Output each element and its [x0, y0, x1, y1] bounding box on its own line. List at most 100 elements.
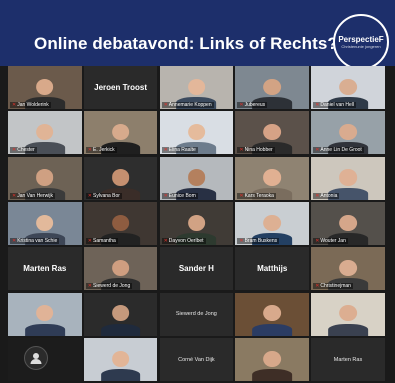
participant-name: ✕Samantha — [85, 237, 118, 244]
participant-tile[interactable]: ✕Kristina van Schie — [8, 201, 82, 245]
participant-name-text: Bram Buskens — [244, 237, 278, 244]
participant-name: ✕Eunice Bom — [161, 192, 198, 199]
muted-mic-icon: ✕ — [315, 237, 320, 244]
muted-mic-icon: ✕ — [12, 147, 17, 154]
participant-name: ✕Sylvana Bor — [85, 192, 122, 199]
participant-face — [263, 169, 281, 186]
participant-tile[interactable] — [83, 337, 158, 381]
participant-name-label: Marten Ras — [333, 356, 363, 363]
participant-body — [24, 323, 65, 336]
participant-video — [252, 347, 293, 381]
participant-tile[interactable] — [235, 292, 309, 336]
participant-tile[interactable]: Sander H — [159, 247, 234, 291]
participant-tile[interactable]: ✕Samantha — [83, 201, 158, 245]
muted-mic-icon: ✕ — [12, 237, 17, 244]
participant-tile[interactable]: Marten Ras — [311, 337, 385, 381]
participant-name: ✕Kristina van Schie — [10, 237, 60, 244]
participant-tile[interactable]: ✕Eunice Bom — [159, 156, 234, 200]
participant-face — [263, 124, 281, 141]
participant-tile[interactable]: ✕Annemarie Koppen — [159, 66, 234, 110]
participant-name-text: Dayvon Oerlbet — [168, 237, 204, 244]
participant-tile[interactable] — [83, 292, 158, 336]
participant-body — [328, 323, 368, 336]
participant-tile[interactable]: ✕Chester — [8, 111, 82, 155]
participant-tile[interactable]: ✕Jan Van Herwijk — [8, 156, 82, 200]
muted-mic-icon: ✕ — [87, 237, 92, 244]
muted-mic-icon: ✕ — [163, 102, 168, 109]
participant-name-text: Samantha — [93, 237, 116, 244]
participant-face — [263, 214, 281, 231]
participant-face — [339, 169, 357, 186]
participant-video — [24, 302, 65, 336]
participant-tile[interactable] — [8, 337, 82, 381]
participant-name: ✕Bram Buskens — [237, 237, 280, 244]
participant-face — [187, 169, 206, 186]
participant-name-text: Nina Hobber — [244, 147, 273, 154]
participant-tile[interactable]: ✕Bram Buskens — [235, 201, 309, 245]
participant-face — [339, 124, 357, 141]
participant-name: ✕Annemarie Koppen — [161, 102, 214, 109]
participant-tile[interactable]: ✕Elina Raalte — [159, 111, 234, 155]
participant-tile[interactable] — [235, 337, 309, 381]
muted-mic-icon: ✕ — [163, 147, 168, 154]
participant-name: ✕Chester — [10, 147, 37, 154]
participant-tile[interactable]: ✕Christinejman — [311, 247, 385, 291]
participant-tile[interactable] — [311, 292, 385, 336]
muted-mic-icon: ✕ — [315, 147, 320, 154]
muted-mic-icon: ✕ — [87, 283, 92, 290]
participant-tile[interactable]: ✕Wouter Jan — [311, 201, 385, 245]
participant-tile[interactable] — [8, 292, 82, 336]
muted-mic-icon: ✕ — [239, 102, 244, 109]
participant-tile[interactable]: ✕Nina Hobber — [235, 111, 309, 155]
participant-name: ✕Wouter Jan — [313, 237, 348, 244]
muted-mic-icon: ✕ — [87, 192, 92, 199]
participant-body — [252, 323, 293, 336]
participant-name-text: Jubereus — [244, 102, 266, 109]
muted-mic-icon: ✕ — [315, 283, 320, 290]
muted-mic-icon: ✕ — [12, 102, 17, 109]
participant-tile[interactable]: ✕Sylvana Bor — [83, 156, 158, 200]
muted-mic-icon: ✕ — [12, 192, 17, 199]
participant-name-text: Elina Raalte — [168, 147, 196, 154]
muted-mic-icon: ✕ — [315, 102, 320, 109]
participant-tile[interactable]: ✕Kars Teraoka — [235, 156, 309, 200]
participant-tile[interactable]: ✕E. Jerkick — [83, 111, 158, 155]
perspectief-logo: PerspectieF Christenunie jongeren — [333, 14, 389, 70]
participant-tile[interactable]: Marten Ras — [8, 247, 82, 291]
participant-name: ✕Dayvon Oerlbet — [161, 237, 206, 244]
participant-tile[interactable]: ✕Jan Wolderink — [8, 66, 82, 110]
participant-name-text: Anne Lin De Groot — [320, 147, 362, 154]
participant-tile[interactable]: ✕Daniel van Hell — [311, 66, 385, 110]
participant-tile[interactable]: ✕Siewerd de Jong — [83, 247, 158, 291]
participant-tile[interactable]: ✕Anne Lin De Groot — [311, 111, 385, 155]
participant-video — [100, 347, 141, 381]
participant-name-text: Siewerd de Jong — [93, 283, 131, 290]
participant-name-text: Daniel van Hell — [320, 102, 355, 109]
participant-face — [263, 305, 281, 322]
participant-tile[interactable]: ✕Jubereus — [235, 66, 309, 110]
participant-tile[interactable]: Siewerd de Jong — [159, 292, 234, 336]
participant-face — [36, 169, 54, 186]
participant-name: ✕Elina Raalte — [161, 147, 198, 154]
participant-video — [100, 302, 141, 336]
participant-name-text: Antonia — [320, 192, 338, 199]
participant-tile[interactable]: Jeroen Troost — [83, 66, 158, 110]
participant-name-label: Marten Ras — [23, 264, 67, 274]
participant-tile[interactable]: ✕Dayvon Oerlbet — [159, 201, 234, 245]
participant-tile[interactable]: Corné Van Dijk — [159, 337, 234, 381]
participant-tile[interactable]: Matthijs — [235, 247, 309, 291]
logo-name: PerspectieF — [338, 35, 384, 44]
participant-name-text: E. Jerkick — [93, 147, 115, 154]
participant-name-text: Christinejman — [320, 283, 351, 290]
participant-name: ✕Christinejman — [313, 283, 353, 290]
participant-name-label: Jeroen Troost — [94, 83, 148, 93]
participant-name-text: Kars Teraoka — [244, 192, 274, 199]
participant-name-text: Jan Wolderink — [17, 102, 49, 109]
participant-video — [328, 302, 368, 336]
participant-face — [263, 78, 281, 95]
muted-mic-icon: ✕ — [87, 147, 92, 154]
participant-body — [252, 368, 293, 381]
participant-face — [111, 260, 130, 277]
participant-body — [100, 368, 141, 381]
participant-tile[interactable]: ✕Antonia — [311, 156, 385, 200]
